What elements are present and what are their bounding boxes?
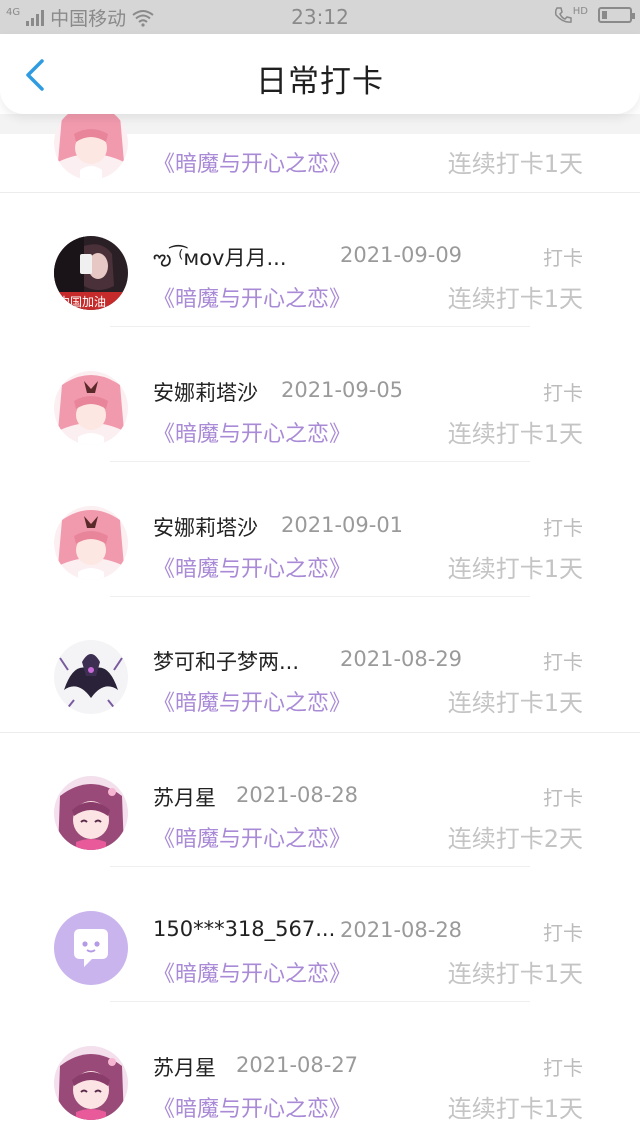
user-name[interactable]: 150***318_567...	[153, 917, 335, 941]
clock: 23:12	[291, 5, 349, 29]
list-item[interactable]: 安娜莉塔沙 2021-09-01 打卡 《暗魔与开心之恋》 连续打卡1天	[0, 470, 640, 605]
row-divider	[110, 866, 530, 867]
list-item[interactable]: 150***318_567... 2021-08-28 打卡 《暗魔与开心之恋》…	[0, 875, 640, 1010]
book-title[interactable]: 《暗魔与开心之恋》	[153, 1091, 351, 1123]
user-name[interactable]: 安娜莉塔沙	[153, 512, 258, 542]
user-name[interactable]: ఌ ͡⁽ᴍᴏᴠ月月...	[153, 242, 287, 276]
checkin-type: 打卡	[543, 1056, 583, 1080]
avatar[interactable]	[54, 1046, 128, 1120]
streak-count: 连续打卡1天	[447, 960, 583, 988]
streak-count: 连续打卡2天	[447, 825, 583, 853]
battery-icon	[598, 7, 635, 23]
chat-bubble-icon	[54, 911, 128, 985]
streak-count: 连续打卡1天	[447, 1095, 583, 1123]
user-name[interactable]: 安娜莉塔沙	[153, 377, 258, 407]
user-name[interactable]: 苏月星	[153, 1052, 216, 1082]
streak-count: 连续打卡1天	[447, 555, 583, 583]
book-title[interactable]: 《暗魔与开心之恋》	[153, 685, 351, 717]
avatar[interactable]	[54, 776, 128, 850]
user-name[interactable]: 梦可和子梦两...	[153, 646, 299, 676]
checkin-type: 打卡	[543, 786, 583, 810]
nav-header: 日常打卡	[0, 34, 640, 114]
streak-count: 连续打卡1天	[447, 689, 583, 717]
list-item[interactable]: 安娜莉塔沙 2021-09-05 打卡 《暗魔与开心之恋》 连续打卡1天	[0, 335, 640, 470]
hd-label: HD	[572, 6, 588, 17]
avatar[interactable]: 中国加油	[54, 236, 128, 310]
svg-text:中国加油: 中国加油	[58, 294, 106, 309]
list-item[interactable]: 梦可和子梦两... 2021-08-29 打卡 《暗魔与开心之恋》 连续打卡1天	[0, 604, 640, 739]
checkin-type: 打卡	[543, 381, 583, 405]
checkin-date: 2021-08-29	[340, 647, 463, 671]
checkin-date: 2021-09-05	[281, 378, 404, 402]
row-divider	[110, 461, 530, 462]
checkin-type: 打卡	[543, 921, 583, 945]
checkin-date: 2021-09-09	[340, 243, 463, 267]
default-avatar[interactable]	[54, 911, 128, 985]
avatar[interactable]	[54, 506, 128, 580]
status-right: HD	[554, 6, 635, 24]
streak-count: 连续打卡1天	[447, 420, 583, 448]
list-item[interactable]: 苏月星 2021-08-27 打卡 《暗魔与开心之恋》 连续打卡1天	[0, 1010, 640, 1145]
page-title: 日常打卡	[256, 64, 384, 100]
book-title[interactable]: 《暗魔与开心之恋》	[153, 821, 351, 853]
book-title[interactable]: 《暗魔与开心之恋》	[153, 956, 351, 988]
checkin-type: 打卡	[543, 246, 583, 270]
checkin-date: 2021-08-28	[340, 918, 463, 942]
checkin-date: 2021-08-28	[236, 783, 359, 807]
section-divider	[0, 192, 640, 193]
checkin-date: 2021-08-27	[236, 1053, 359, 1077]
avatar[interactable]	[54, 371, 128, 445]
list-item[interactable]: 中国加油 ఌ ͡⁽ᴍᴏᴠ月月... 2021-09-09 打卡 《暗魔与开心之恋…	[0, 200, 640, 335]
row-divider	[110, 326, 530, 327]
book-title[interactable]: 《暗魔与开心之恋》	[153, 281, 351, 313]
avatar[interactable]	[54, 640, 128, 714]
checkin-type: 打卡	[543, 516, 583, 540]
list-item[interactable]: 苏月星 2021-08-28 打卡 《暗魔与开心之恋》 连续打卡2天	[0, 740, 640, 875]
row-divider	[110, 1001, 530, 1002]
checkin-date: 2021-09-01	[281, 513, 404, 537]
avatar	[54, 106, 128, 180]
section-divider	[0, 732, 640, 733]
user-name[interactable]: 苏月星	[153, 782, 216, 812]
status-bar: 4G 中国移动 23:12 HD	[0, 0, 640, 34]
streak-count: 连续打卡1天	[447, 150, 583, 178]
book-title[interactable]: 《暗魔与开心之恋》	[153, 551, 351, 583]
book-title[interactable]: 《暗魔与开心之恋》	[153, 146, 351, 178]
streak-count: 连续打卡1天	[447, 285, 583, 313]
checkin-type: 打卡	[543, 650, 583, 674]
book-title[interactable]: 《暗魔与开心之恋》	[153, 416, 351, 448]
hd-call-icon: HD	[554, 6, 588, 24]
row-divider	[110, 596, 530, 597]
